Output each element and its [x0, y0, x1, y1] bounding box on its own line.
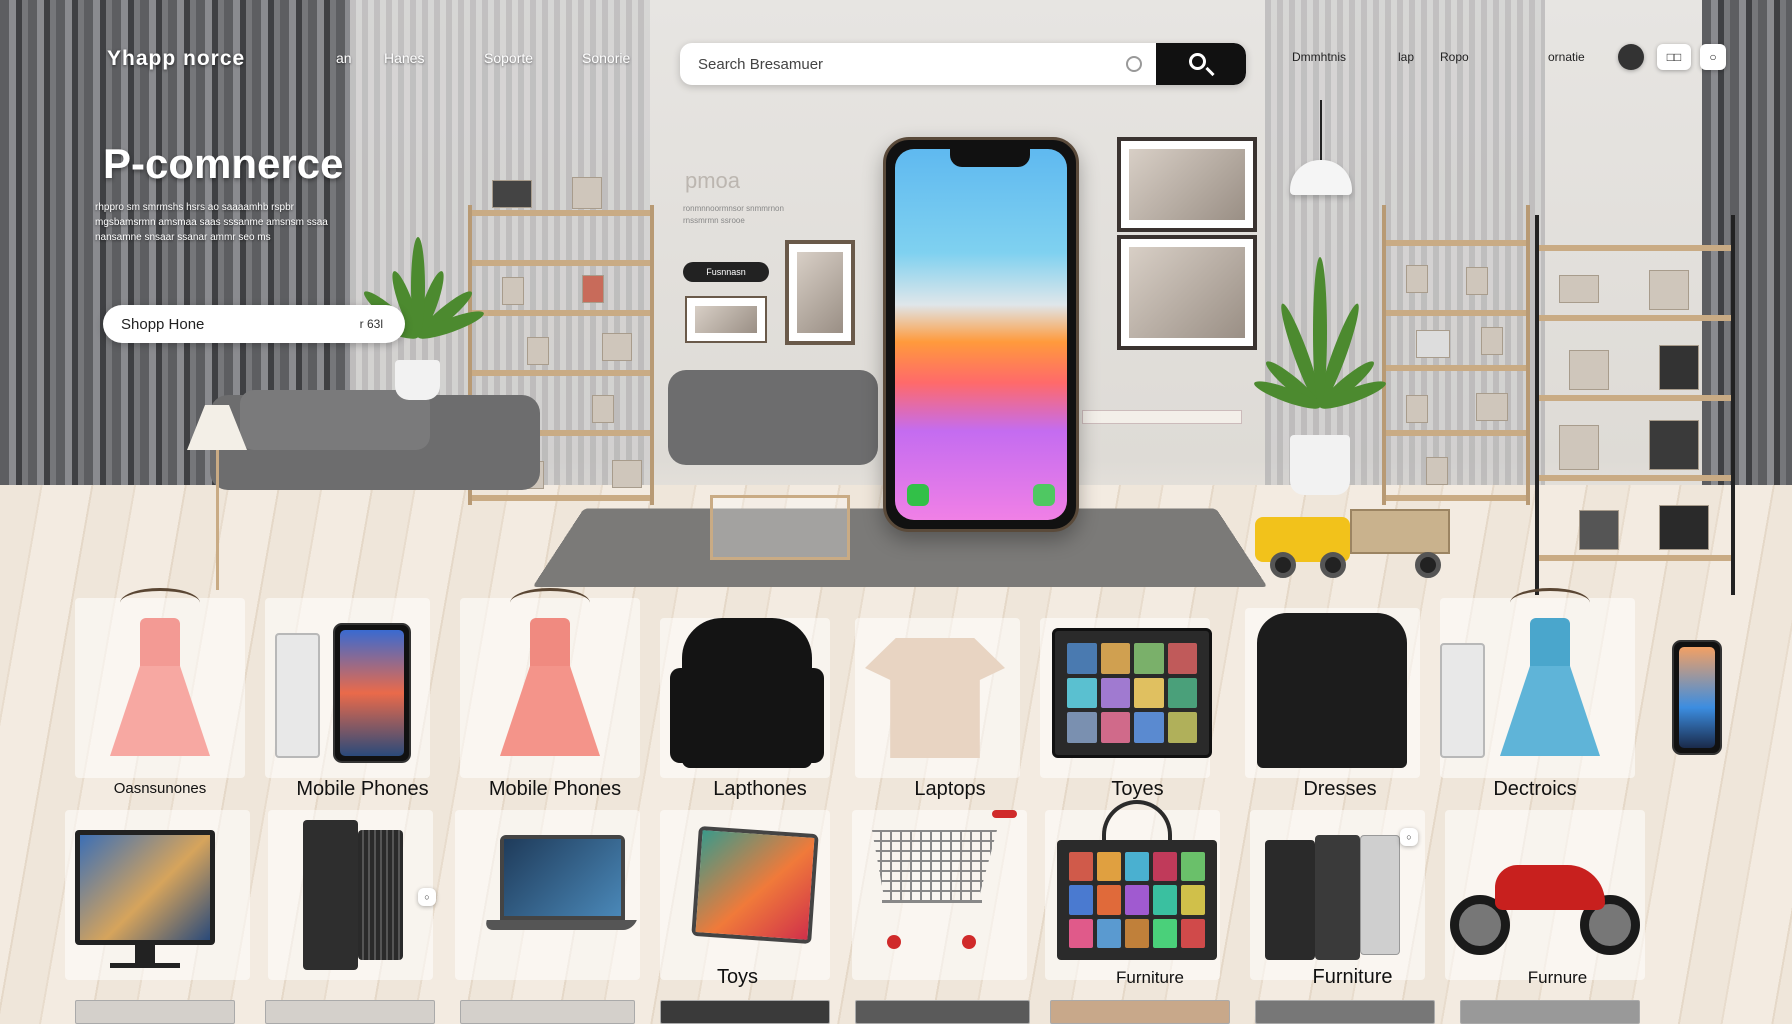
phone-app-icon: [907, 484, 929, 506]
wall-frame-3: [785, 240, 855, 345]
category-label[interactable]: Lapthones: [660, 778, 860, 801]
leather-jacket-image: [1257, 613, 1407, 768]
category-label[interactable]: Mobile Phones: [460, 778, 650, 801]
hero-description: rhppro sm smrmshs hsrs ao saaaamhb rspbr…: [95, 202, 328, 243]
category-tile-partial[interactable]: [265, 1000, 435, 1024]
nav-right-link-1[interactable]: Dmmhtnis: [1292, 50, 1346, 64]
promo-text: ronmnnoormnsor snmmrnon rnssmrmn ssrooe: [683, 204, 784, 225]
category-label[interactable]: Mobile Phones: [265, 778, 460, 801]
category-label[interactable]: Laptops: [855, 778, 1045, 801]
monitor-image: [75, 830, 215, 945]
site-logo[interactable]: Yhapp norce: [107, 47, 245, 71]
wall-frame-1: [1117, 137, 1257, 232]
category-tile-partial[interactable]: [460, 1000, 635, 1024]
category-label[interactable]: Toys: [660, 966, 815, 989]
category-tile[interactable]: ○: [268, 810, 436, 980]
category-tile[interactable]: ○: [1250, 810, 1425, 980]
nav-link-2[interactable]: Hanes: [384, 50, 424, 66]
category-tile-partial[interactable]: [75, 1000, 235, 1024]
smartphone-image: [333, 623, 411, 763]
bookshelf-right-1: [1382, 205, 1530, 505]
featured-phone[interactable]: [883, 137, 1079, 532]
category-label[interactable]: Furniture: [1250, 966, 1455, 989]
category-tile[interactable]: [1440, 588, 1635, 778]
category-tile[interactable]: [65, 810, 250, 980]
nav-link-1[interactable]: an: [336, 50, 352, 66]
toy-truck: [1255, 497, 1455, 578]
coffee-table: [710, 495, 850, 560]
phone-screen: [895, 149, 1067, 520]
speaker-image: [303, 820, 358, 970]
search-icon: [1189, 53, 1206, 70]
search-input[interactable]: [698, 43, 1118, 85]
nav-right-link-4[interactable]: ornatie: [1548, 50, 1585, 64]
category-label[interactable]: Toyes: [1040, 778, 1235, 801]
category-tile[interactable]: [1245, 608, 1420, 778]
wall-frame-2: [1117, 235, 1257, 350]
category-tile[interactable]: [660, 810, 830, 980]
shopping-bag-image: [1057, 800, 1217, 960]
category-tile-partial[interactable]: [855, 1000, 1030, 1024]
motorcycle-image: [1450, 835, 1640, 955]
clear-search-icon[interactable]: [1126, 56, 1142, 72]
category-tile[interactable]: [460, 588, 640, 778]
info-icon[interactable]: ○: [1400, 828, 1418, 846]
shopping-cart-image: [862, 810, 1017, 950]
category-tile-partial[interactable]: [660, 1000, 830, 1024]
hero-title: P-comnerce: [103, 140, 344, 187]
promo-button[interactable]: Fusnnasn: [683, 262, 769, 282]
category-label[interactable]: Dresses: [1245, 778, 1435, 801]
blue-dress-image: [1485, 588, 1615, 758]
nav-link-4[interactable]: Sonorie: [582, 50, 630, 66]
wall-frame-4: [685, 296, 767, 343]
laptop-image: [500, 835, 625, 920]
armchair: [668, 370, 878, 465]
bookshelf-right-2: [1535, 215, 1735, 595]
category-label[interactable]: Oasnsunones: [75, 780, 245, 797]
tablet-image: [691, 825, 819, 945]
tablet-image: [1052, 628, 1212, 758]
category-label[interactable]: Furniture: [1045, 968, 1255, 988]
category-tile[interactable]: [1040, 618, 1212, 778]
category-tile[interactable]: [855, 618, 1020, 778]
category-tile[interactable]: [1045, 800, 1220, 980]
category-tile-partial[interactable]: [1460, 1000, 1640, 1024]
category-tile[interactable]: [75, 588, 245, 778]
category-tile[interactable]: [852, 810, 1027, 980]
shop-home-button[interactable]: Shopp Hone r 63l: [103, 305, 405, 343]
cabinet-image: [1265, 840, 1315, 960]
category-tile[interactable]: [455, 810, 640, 980]
nav-link-3[interactable]: Soporte: [484, 50, 533, 66]
desk: [1082, 410, 1242, 424]
shop-home-badge: r 63l: [359, 317, 383, 331]
smartphone-image[interactable]: [1672, 640, 1722, 755]
promo-label: pmoa: [685, 168, 741, 193]
category-tile-partial[interactable]: [1255, 1000, 1435, 1024]
cart-icon[interactable]: □□: [1657, 44, 1691, 70]
shop-home-label: Shopp Hone: [121, 316, 205, 333]
user-icon[interactable]: [1618, 44, 1644, 70]
pink-dress-image: [95, 588, 225, 758]
search-bar: [680, 43, 1246, 85]
category-tile[interactable]: [660, 618, 830, 778]
pink-dress-image: [485, 588, 615, 758]
phone-app-icon: [1033, 484, 1055, 506]
search-button[interactable]: [1156, 43, 1246, 85]
info-icon[interactable]: ○: [418, 888, 436, 906]
category-tile[interactable]: [1445, 810, 1645, 980]
gear-icon[interactable]: ○: [1700, 44, 1726, 70]
nav-right-link-3[interactable]: Ropo: [1440, 50, 1469, 64]
nav-right-link-2[interactable]: lap: [1398, 50, 1414, 64]
category-tile[interactable]: [265, 598, 430, 778]
category-label[interactable]: Dectroics: [1440, 778, 1630, 801]
tshirt-image: [865, 638, 1005, 758]
hoodie-image: [670, 618, 824, 768]
category-label[interactable]: Furnure: [1445, 968, 1670, 988]
category-tile-partial[interactable]: [1050, 1000, 1230, 1024]
